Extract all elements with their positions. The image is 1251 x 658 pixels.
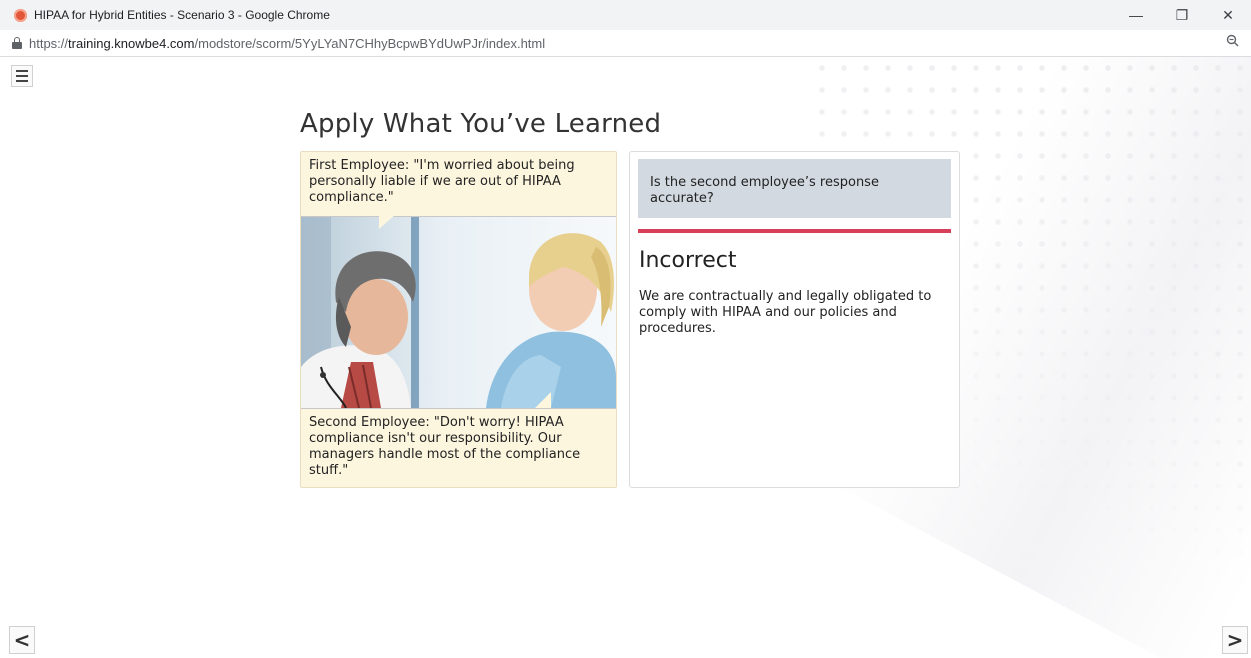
result-accent-bar bbox=[638, 229, 951, 233]
hamburger-menu-icon[interactable] bbox=[11, 65, 33, 87]
lock-icon bbox=[12, 37, 22, 49]
browser-title-bar: HIPAA for Hybrid Entities - Scenario 3 -… bbox=[0, 0, 1251, 30]
address-bar[interactable]: https://training.knowbe4.com/modstore/sc… bbox=[0, 30, 1251, 57]
window-controls: — ❐ ✕ bbox=[1113, 0, 1251, 30]
first-employee-quote: First Employee: "I'm worried about being… bbox=[309, 158, 575, 205]
page-title: Apply What You’ve Learned bbox=[300, 109, 662, 139]
result-title: Incorrect bbox=[639, 248, 737, 273]
url-text[interactable]: https://training.knowbe4.com/modstore/sc… bbox=[29, 36, 545, 51]
close-button[interactable]: ✕ bbox=[1205, 0, 1251, 30]
scenario-photo bbox=[301, 216, 616, 409]
url-path: /modstore/scorm/5YyLYaN7CHhyBcpwBYdUwPJr… bbox=[194, 35, 546, 51]
restore-button[interactable]: ❐ bbox=[1159, 0, 1205, 30]
minimize-button[interactable]: — bbox=[1113, 0, 1159, 30]
speech-bubble-tail-bottom bbox=[535, 392, 551, 408]
url-prefix: https:// bbox=[29, 35, 69, 51]
previous-slide-button[interactable]: < bbox=[9, 626, 35, 654]
result-explanation: We are contractually and legally obligat… bbox=[639, 289, 932, 336]
url-domain: training.knowbe4.com bbox=[68, 35, 195, 51]
question-prompt: Is the second employee’s response accura… bbox=[638, 159, 951, 218]
feedback-card: Is the second employee’s response accura… bbox=[629, 151, 960, 488]
zoom-icon[interactable] bbox=[1226, 34, 1239, 50]
window-title: HIPAA for Hybrid Entities - Scenario 3 -… bbox=[34, 8, 330, 22]
course-content: Apply What You’ve Learned First Employee… bbox=[0, 57, 1251, 658]
chrome-app-icon bbox=[14, 8, 27, 22]
next-slide-button[interactable]: > bbox=[1222, 626, 1248, 654]
scenario-card: First Employee: "I'm worried about being… bbox=[300, 151, 617, 488]
speech-bubble-tail-top bbox=[379, 215, 395, 229]
second-employee-quote: Second Employee: "Don't worry! HIPAA com… bbox=[309, 415, 581, 478]
